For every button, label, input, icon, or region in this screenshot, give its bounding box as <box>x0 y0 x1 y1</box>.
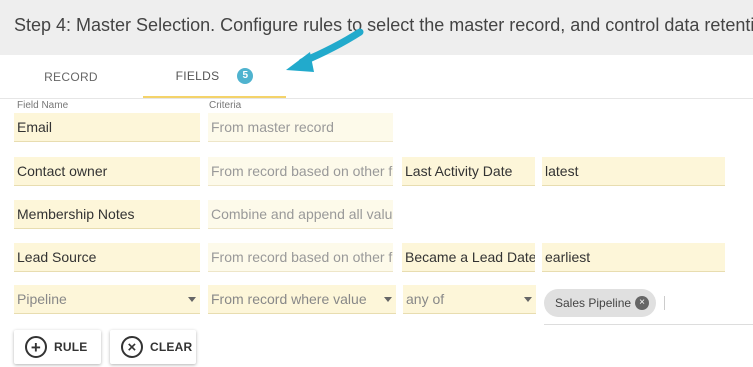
arrow-pointer-icon <box>286 28 364 72</box>
add-circle-icon: + <box>25 336 47 358</box>
field-name-input[interactable]: Lead Source <box>14 243 200 272</box>
chip-input-cursor[interactable] <box>664 296 665 310</box>
criteria-column-label: Criteria <box>209 100 242 111</box>
selection-value-input[interactable]: earliest <box>542 243 725 272</box>
field-name-input[interactable]: Membership Notes <box>14 200 200 229</box>
add-rule-label: RULE <box>54 340 88 354</box>
add-rule-button[interactable]: + RULE <box>14 330 101 364</box>
field-name-select[interactable]: Pipeline <box>14 285 200 314</box>
tab-record[interactable]: RECORD <box>0 55 142 98</box>
criteria-select[interactable]: From record based on other field <box>208 157 393 186</box>
chip-input-underline <box>544 324 753 325</box>
selection-value-input[interactable]: latest <box>542 157 725 186</box>
operator-select[interactable]: any of <box>403 285 536 314</box>
remove-chip-icon[interactable]: × <box>635 296 649 310</box>
tab-bar: RECORD FIELDS 5 <box>0 55 753 99</box>
close-circle-icon: × <box>121 336 143 358</box>
criteria-select[interactable]: From record where value <box>208 285 396 314</box>
dropdown-caret-icon <box>384 297 392 302</box>
field-name-column-label: Field Name <box>17 100 69 111</box>
dropdown-caret-icon <box>188 297 196 302</box>
dropdown-caret-icon <box>524 297 532 302</box>
field-name-value: Pipeline <box>17 291 67 307</box>
tab-record-label: RECORD <box>44 69 98 84</box>
criteria-select[interactable]: Combine and append all values <box>208 200 393 229</box>
criteria-select[interactable]: From master record <box>208 113 393 142</box>
tab-fields-label: FIELDS <box>175 68 220 83</box>
tab-fields[interactable]: FIELDS 5 <box>143 55 286 98</box>
criteria-select[interactable]: From record based on other field <box>208 243 393 272</box>
criteria-value: From record where value <box>211 291 367 307</box>
field-name-input[interactable]: Email <box>14 113 200 142</box>
chip-label: Sales Pipeline <box>555 296 632 310</box>
step-header: Step 4: Master Selection. Configure rule… <box>0 0 753 55</box>
operator-value: any of <box>406 291 445 307</box>
clear-button[interactable]: × CLEAR <box>110 330 196 364</box>
value-chip: Sales Pipeline × <box>544 289 656 317</box>
clear-label: CLEAR <box>150 340 193 354</box>
other-field-input[interactable]: Last Activity Date <box>402 157 535 186</box>
step-title: Step 4: Master Selection. Configure rule… <box>14 15 753 35</box>
field-name-input[interactable]: Contact owner <box>14 157 200 186</box>
other-field-input[interactable]: Became a Lead Date <box>402 243 535 272</box>
fields-count-badge: 5 <box>237 67 254 84</box>
